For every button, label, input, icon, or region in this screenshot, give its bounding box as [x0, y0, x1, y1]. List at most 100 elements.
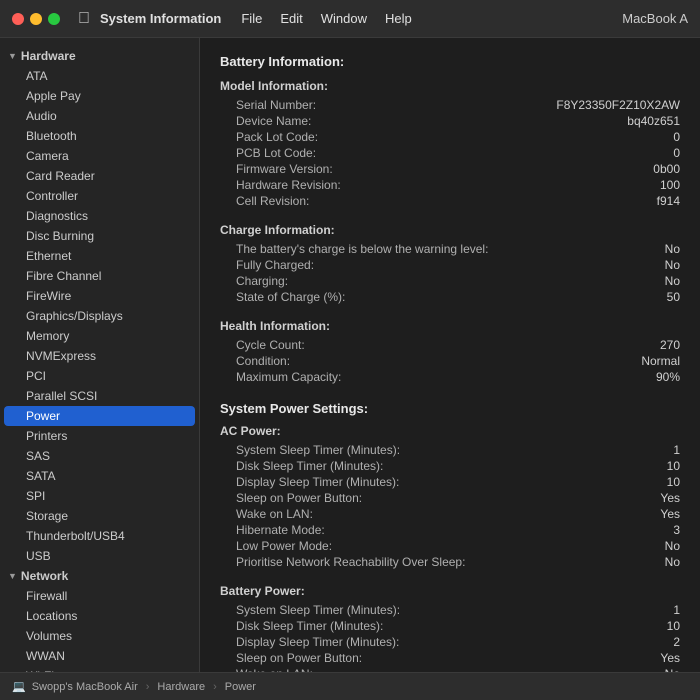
table-row: Fully Charged: No [220, 257, 680, 273]
row-label: Sleep on Power Button: [236, 491, 362, 505]
sidebar-item-firewire[interactable]: FireWire [0, 286, 199, 306]
row-label: System Sleep Timer (Minutes): [236, 443, 400, 457]
sidebar-item-usb[interactable]: USB [0, 546, 199, 566]
sidebar: ▼ Hardware ATA Apple Pay Audio Bluetooth… [0, 38, 200, 672]
menu-file[interactable]: File [241, 11, 262, 26]
table-row: Wake on LAN:Yes [220, 506, 680, 522]
statusbar: 💻 Swopp's MacBook Air › Hardware › Power [0, 672, 700, 700]
sidebar-item-ata[interactable]: ATA [0, 66, 199, 86]
row-value: No [665, 258, 680, 272]
sidebar-item-nvmexpress[interactable]: NVMExpress [0, 346, 199, 366]
row-value: 10 [667, 459, 680, 473]
row-value: 0 [673, 146, 680, 160]
content-area: Battery Information: Model Information: … [200, 38, 700, 672]
sidebar-item-card-reader[interactable]: Card Reader [0, 166, 199, 186]
table-row: Pack Lot Code:0 [220, 129, 680, 145]
table-row: Disk Sleep Timer (Minutes):10 [220, 458, 680, 474]
table-row: Maximum Capacity:90% [220, 369, 680, 385]
apple-icon:  [78, 10, 90, 28]
close-button[interactable] [12, 13, 24, 25]
traffic-lights [12, 13, 60, 25]
row-label: Prioritise Network Reachability Over Sle… [236, 555, 465, 569]
row-label: Display Sleep Timer (Minutes): [236, 475, 399, 489]
row-label: Serial Number: [236, 98, 316, 112]
table-row: Prioritise Network Reachability Over Sle… [220, 554, 680, 570]
battery-power-group-title: Battery Power: [220, 584, 680, 598]
row-value: 1 [673, 443, 680, 457]
sidebar-item-apple-pay[interactable]: Apple Pay [0, 86, 199, 106]
row-label: Wake on LAN: [236, 507, 313, 521]
table-row: Cycle Count:270 [220, 337, 680, 353]
ac-group: AC Power: System Sleep Timer (Minutes): 1… [220, 424, 680, 570]
breadcrumb-sep-1: › [146, 681, 150, 693]
row-label: Firmware Version: [236, 162, 333, 176]
row-label: Fully Charged: [236, 258, 314, 272]
sidebar-item-volumes[interactable]: Volumes [0, 626, 199, 646]
table-row: Serial Number: F8Y23350F2Z10X2AW [220, 97, 680, 113]
sidebar-item-spi[interactable]: SPI [0, 486, 199, 506]
table-row: State of Charge (%):50 [220, 289, 680, 305]
health-group: Health Information: Cycle Count:270Condi… [220, 319, 680, 385]
sidebar-item-locations[interactable]: Locations [0, 606, 199, 626]
menu-window[interactable]: Window [321, 11, 367, 26]
sidebar-item-thunderbolt[interactable]: Thunderbolt/USB4 [0, 526, 199, 546]
table-row: Condition:Normal [220, 353, 680, 369]
table-row: Display Sleep Timer (Minutes):2 [220, 634, 680, 650]
sidebar-item-memory[interactable]: Memory [0, 326, 199, 346]
sidebar-section-network[interactable]: ▼ Network [0, 566, 199, 586]
window-title: MacBook A [622, 11, 688, 26]
sidebar-item-diagnostics[interactable]: Diagnostics [0, 206, 199, 226]
row-value: F8Y23350F2Z10X2AW [556, 98, 680, 112]
row-label: Wake on LAN: [236, 667, 313, 672]
sidebar-item-power[interactable]: Power [4, 406, 195, 426]
sidebar-item-sata[interactable]: SATA [0, 466, 199, 486]
sidebar-item-sas[interactable]: SAS [0, 446, 199, 466]
row-label: Sleep on Power Button: [236, 651, 362, 665]
battery-section-title: Battery Information: [220, 54, 680, 69]
row-label: Maximum Capacity: [236, 370, 341, 384]
row-value: Normal [641, 354, 680, 368]
row-label: PCB Lot Code: [236, 146, 316, 160]
sidebar-item-controller[interactable]: Controller [0, 186, 199, 206]
table-row: Device Name:bq40z651 [220, 113, 680, 129]
sidebar-item-bluetooth[interactable]: Bluetooth [0, 126, 199, 146]
table-row: System Sleep Timer (Minutes): 1 [220, 442, 680, 458]
breadcrumb-sep-2: › [213, 681, 217, 693]
sidebar-item-wifi[interactable]: Wi-Fi [0, 666, 199, 672]
sidebar-item-storage[interactable]: Storage [0, 506, 199, 526]
table-row: Hibernate Mode:3 [220, 522, 680, 538]
table-row: PCB Lot Code: 0 [220, 145, 680, 161]
titlebar:  System Information File Edit Window He… [0, 0, 700, 38]
table-row: System Sleep Timer (Minutes):1 [220, 602, 680, 618]
sidebar-section-hardware-label: Hardware [21, 49, 76, 63]
battery-power-group: Battery Power: System Sleep Timer (Minut… [220, 584, 680, 672]
table-row: Hardware Revision:100 [220, 177, 680, 193]
menu-edit[interactable]: Edit [280, 11, 302, 26]
sidebar-item-camera[interactable]: Camera [0, 146, 199, 166]
maximize-button[interactable] [48, 13, 60, 25]
sidebar-item-wwan[interactable]: WWAN [0, 646, 199, 666]
table-row: Charging:No [220, 273, 680, 289]
sidebar-item-graphics-displays[interactable]: Graphics/Displays [0, 306, 199, 326]
ac-group-title: AC Power: [220, 424, 680, 438]
sidebar-item-ethernet[interactable]: Ethernet [0, 246, 199, 266]
row-value: No [665, 242, 680, 256]
row-value: 10 [667, 475, 680, 489]
sidebar-section-hardware[interactable]: ▼ Hardware [0, 46, 199, 66]
sidebar-item-parallel-scsi[interactable]: Parallel SCSI [0, 386, 199, 406]
row-value: 3 [673, 523, 680, 537]
table-row: Disk Sleep Timer (Minutes):10 [220, 618, 680, 634]
sidebar-item-firewall[interactable]: Firewall [0, 586, 199, 606]
sidebar-item-disc-burning[interactable]: Disc Burning [0, 226, 199, 246]
sidebar-item-fibre-channel[interactable]: Fibre Channel [0, 266, 199, 286]
model-group-title: Model Information: [220, 79, 680, 93]
menu-help[interactable]: Help [385, 11, 412, 26]
row-label: Display Sleep Timer (Minutes): [236, 635, 399, 649]
row-label: The battery's charge is below the warnin… [236, 242, 488, 256]
sidebar-item-printers[interactable]: Printers [0, 426, 199, 446]
sidebar-item-pci[interactable]: PCI [0, 366, 199, 386]
minimize-button[interactable] [30, 13, 42, 25]
table-row: Wake on LAN:No [220, 666, 680, 672]
sidebar-item-audio[interactable]: Audio [0, 106, 199, 126]
table-row: Display Sleep Timer (Minutes): 10 [220, 474, 680, 490]
